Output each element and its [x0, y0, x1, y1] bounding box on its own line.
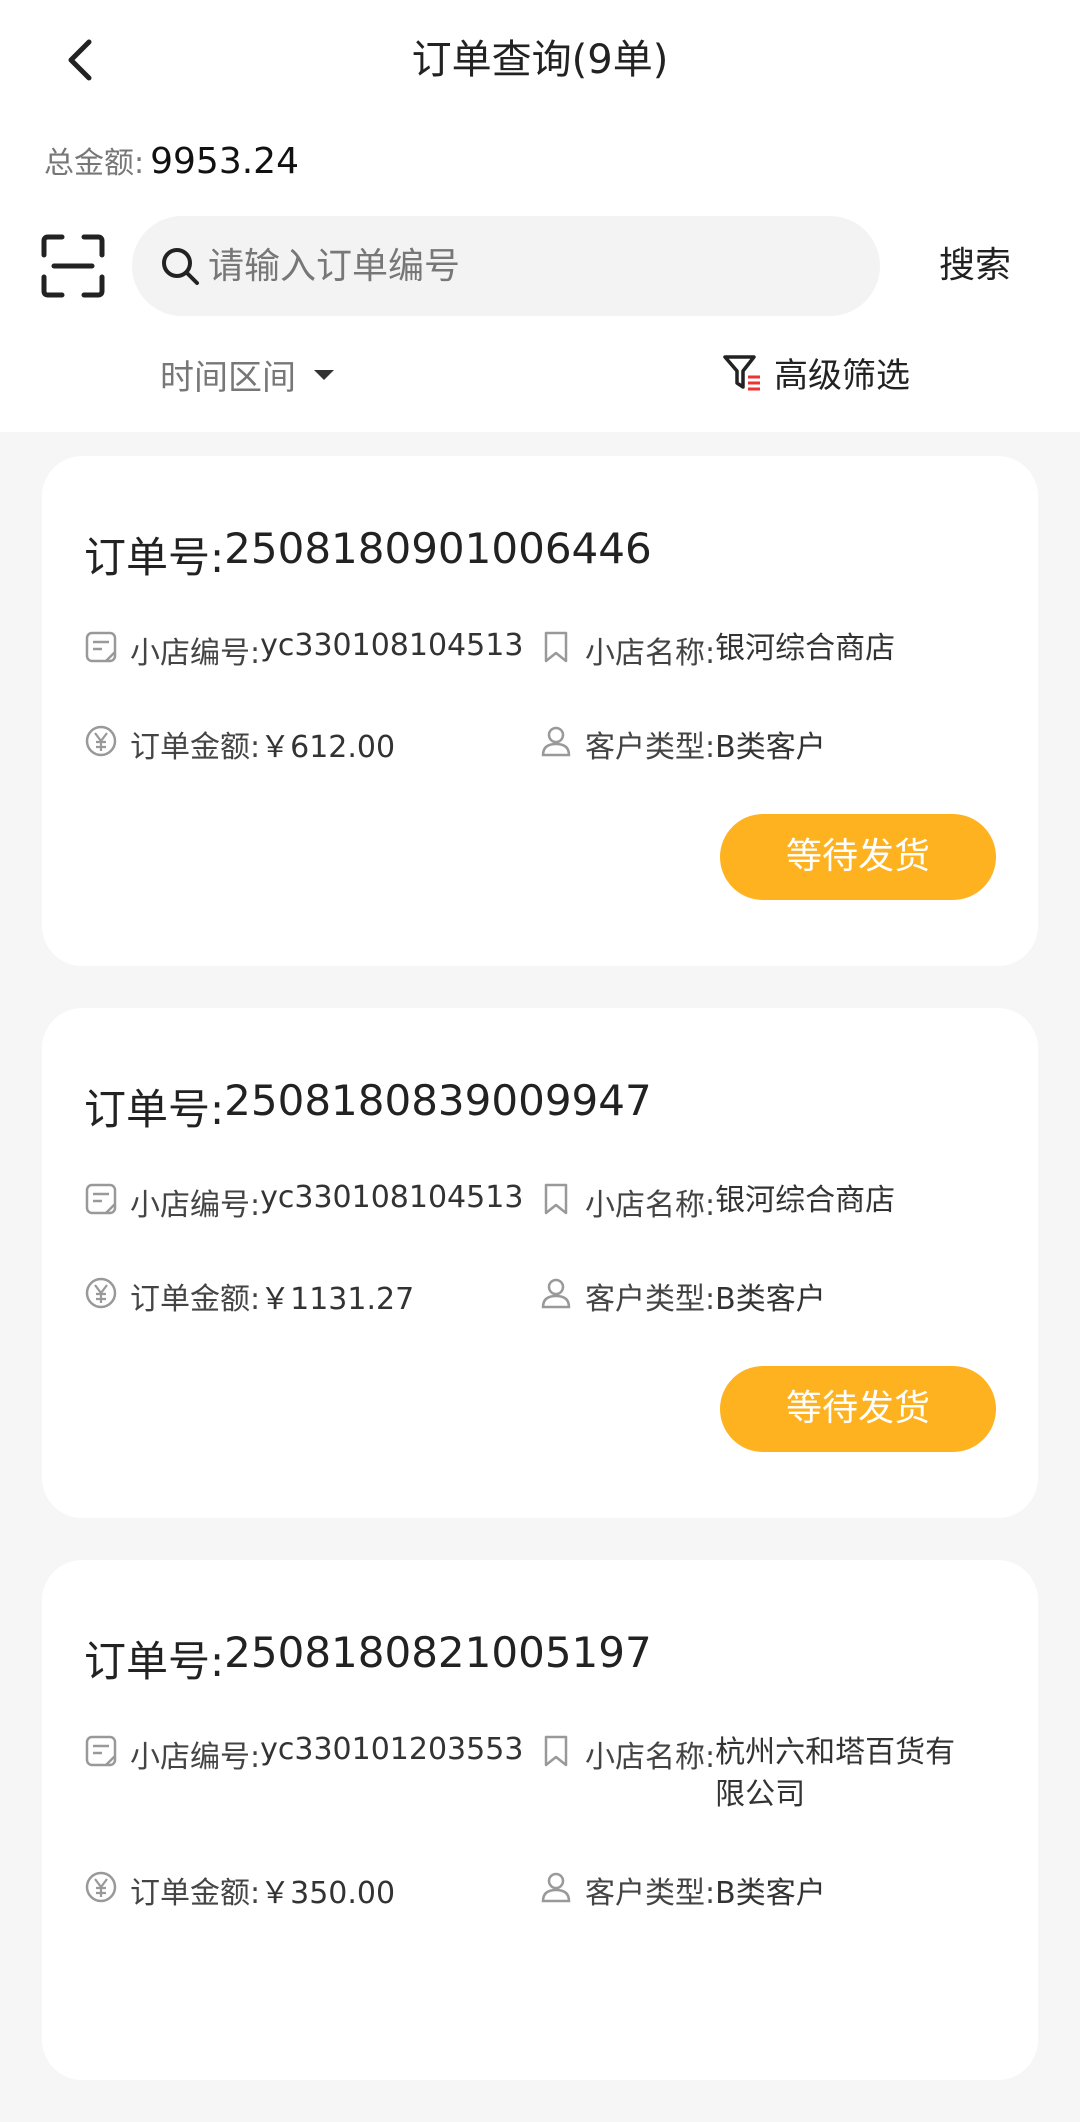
order-number-value: 2508180839009947	[224, 1076, 652, 1125]
note-icon	[85, 631, 117, 663]
status-button[interactable]: 等待发货	[720, 1366, 996, 1452]
shop-name-label: 小店名称:	[585, 1740, 716, 1775]
yuan-icon	[85, 1277, 117, 1309]
amount-value: ￥1131.27	[260, 1282, 415, 1317]
customer-type-label: 客户类型:	[585, 1282, 716, 1317]
filter-icon	[723, 354, 760, 390]
order-card[interactable]: 订单号: 2508180839009947 小店编号: yc3301081045…	[42, 1008, 1038, 1518]
amount-label: 订单金额:	[130, 1282, 261, 1317]
order-card[interactable]: 订单号: 2508180901006446 小店编号: yc3301081045…	[42, 456, 1038, 966]
search-input[interactable]	[208, 245, 848, 287]
advanced-filter-label: 高级筛选	[774, 356, 910, 396]
order-list: 订单号: 2508180901006446 小店编号: yc3301081045…	[42, 456, 1038, 2122]
amount-label: 订单金额:	[130, 1876, 261, 1911]
order-number: 订单号: 2508180839009947	[84, 1076, 652, 1137]
bookmark-icon	[544, 1183, 568, 1215]
order-number-label: 订单号:	[84, 1637, 225, 1686]
top-panel: 订单查询(9单) 总金额: 9953.24 搜索 时间区间 高级筛选	[0, 0, 1080, 432]
shop-name-label: 小店名称:	[585, 636, 716, 671]
shop-name-value: 银河综合商店	[715, 1183, 896, 1218]
note-icon	[85, 1183, 117, 1215]
order-number: 订单号: 2508180901006446	[84, 524, 652, 585]
scan-button[interactable]	[40, 233, 106, 299]
order-number-value: 2508180901006446	[224, 524, 652, 573]
shop-code-label: 小店编号:	[130, 636, 261, 671]
total-amount: 总金额: 9953.24	[44, 138, 299, 182]
scan-icon	[41, 234, 105, 298]
amount-label: 订单金额:	[130, 730, 261, 765]
shop-code-value: yc330108104513	[260, 628, 524, 663]
shop-row: 小店编号: yc330101203553 小店名称: 杭州六和塔百货有限公司	[84, 1732, 996, 1816]
shop-row: 小店编号: yc330108104513 小店名称: 银河综合商店	[84, 628, 996, 672]
amount-row: 订单金额: ￥612.00 客户类型: B类客户	[84, 722, 996, 766]
bookmark-icon	[544, 1735, 568, 1767]
shop-code-label: 小店编号:	[130, 1188, 261, 1223]
amount-row: 订单金额: ￥350.00 客户类型: B类客户	[84, 1868, 996, 1912]
total-value: 9953.24	[150, 141, 299, 182]
order-number: 订单号: 2508180821005197	[84, 1628, 652, 1689]
time-range-filter[interactable]: 时间区间	[160, 350, 334, 399]
shop-name-label: 小店名称:	[585, 1188, 716, 1223]
yuan-icon	[85, 1871, 117, 1903]
shop-name-value: 杭州六和塔百货有限公司	[715, 1735, 956, 1812]
shop-code-value: yc330108104513	[260, 1180, 524, 1215]
navbar: 订单查询(9单)	[0, 0, 1080, 120]
time-range-label: 时间区间	[160, 358, 296, 398]
user-icon	[541, 726, 571, 757]
yuan-icon	[85, 725, 117, 757]
order-number-label: 订单号:	[84, 533, 225, 582]
order-number-value: 2508180821005197	[224, 1628, 652, 1677]
status-button[interactable]: 等待发货	[720, 814, 996, 900]
customer-type-value: B类客户	[715, 1282, 826, 1317]
amount-value: ￥350.00	[260, 1876, 396, 1911]
amount-row: 订单金额: ￥1131.27 客户类型: B类客户	[84, 1274, 996, 1318]
order-card[interactable]: 订单号: 2508180821005197 小店编号: yc3301012035…	[42, 1560, 1038, 2080]
total-label: 总金额:	[44, 146, 145, 181]
order-number-label: 订单号:	[84, 1085, 225, 1134]
shop-row: 小店编号: yc330108104513 小店名称: 银河综合商店	[84, 1180, 996, 1224]
search-box	[132, 216, 880, 316]
customer-type-label: 客户类型:	[585, 1876, 716, 1911]
caret-down-icon	[314, 369, 334, 380]
amount-value: ￥612.00	[260, 730, 396, 765]
bookmark-icon	[544, 631, 568, 663]
customer-type-value: B类客户	[715, 1876, 826, 1911]
note-icon	[85, 1735, 117, 1767]
search-icon	[162, 248, 199, 285]
shop-name-value: 银河综合商店	[715, 631, 896, 666]
shop-code-value: yc330101203553	[260, 1732, 524, 1767]
user-icon	[541, 1872, 571, 1903]
customer-type-label: 客户类型:	[585, 730, 716, 765]
advanced-filter[interactable]: 高级筛选	[722, 348, 910, 397]
user-icon	[541, 1278, 571, 1309]
customer-type-value: B类客户	[715, 730, 826, 765]
page-title: 订单查询(9单)	[411, 37, 669, 83]
search-button[interactable]: 搜索	[920, 236, 1030, 296]
shop-code-label: 小店编号:	[130, 1740, 261, 1775]
